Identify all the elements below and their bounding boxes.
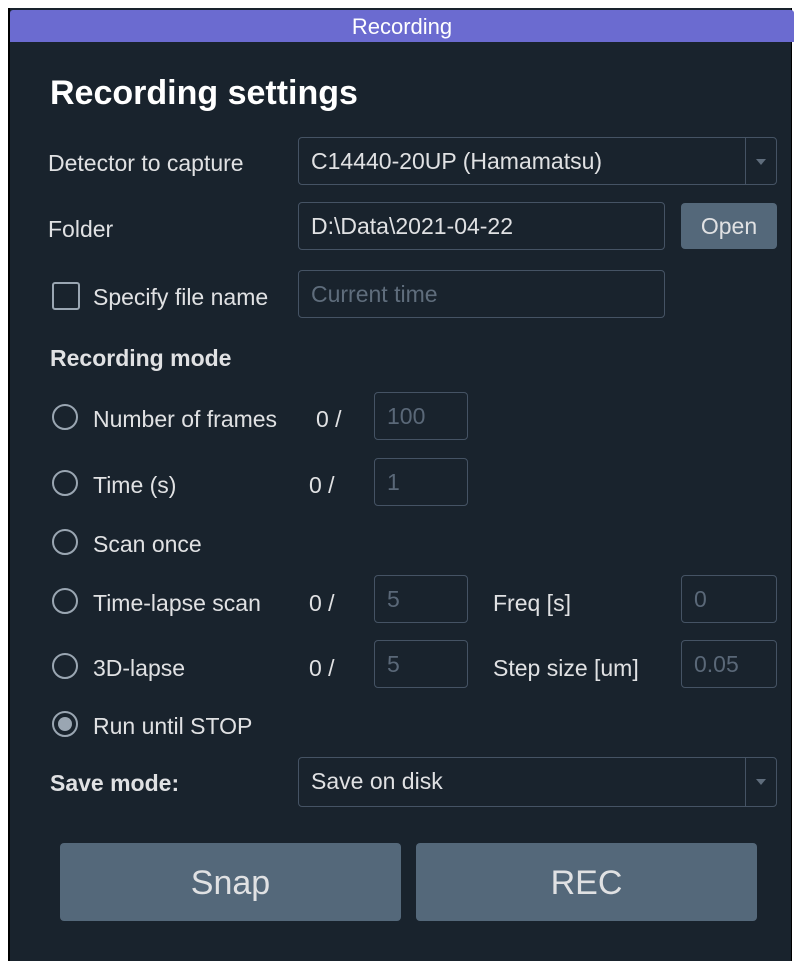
- radio-number-of-frames[interactable]: [52, 404, 78, 430]
- mode-label-number-of-frames: Number of frames: [93, 406, 278, 432]
- save-mode-selected-value: Save on disk: [311, 768, 443, 794]
- detector-dropdown[interactable]: C14440-20UP (Hamamatsu): [298, 137, 777, 185]
- detector-selected-value: C14440-20UP (Hamamatsu): [311, 148, 603, 174]
- time-lapse-count-input[interactable]: 5: [374, 575, 468, 623]
- chevron-down-icon[interactable]: [745, 138, 776, 184]
- freq-label: Freq [s]: [493, 590, 571, 616]
- radio-scan-once[interactable]: [52, 529, 78, 555]
- mode-label-time-lapse-scan: Time-lapse scan: [93, 590, 261, 616]
- save-mode-label: Save mode:: [50, 770, 180, 796]
- chevron-down-icon[interactable]: [745, 758, 776, 806]
- radio-run-until-stop[interactable]: [52, 711, 78, 737]
- radio-time-lapse-scan[interactable]: [52, 588, 78, 614]
- save-mode-dropdown[interactable]: Save on disk: [298, 757, 777, 807]
- specify-file-name-label: Specify file name: [93, 284, 269, 310]
- detector-label: Detector to capture: [48, 150, 244, 176]
- page-title: Recording settings: [50, 74, 358, 112]
- 3d-lapse-count-input[interactable]: 5: [374, 640, 468, 688]
- recording-mode-heading: Recording mode: [50, 345, 232, 371]
- time-input[interactable]: 1: [374, 458, 468, 506]
- mode-label-scan-once: Scan once: [93, 531, 202, 557]
- time-lapse-counter: 0 /: [309, 590, 335, 616]
- time-counter: 0 /: [309, 472, 335, 498]
- folder-label: Folder: [48, 216, 114, 242]
- frames-counter: 0 /: [316, 406, 342, 432]
- step-size-input[interactable]: 0.05: [681, 640, 777, 688]
- open-folder-button[interactable]: Open: [681, 203, 777, 249]
- 3d-lapse-counter: 0 /: [309, 655, 335, 681]
- window-title-bar[interactable]: Recording: [10, 10, 794, 42]
- freq-input[interactable]: 0: [681, 575, 777, 623]
- file-name-input[interactable]: Current time: [298, 270, 665, 318]
- mode-label-run-until-stop: Run until STOP: [93, 713, 253, 739]
- radio-time[interactable]: [52, 470, 78, 496]
- step-size-label: Step size [um]: [493, 655, 639, 681]
- rec-button[interactable]: REC: [416, 843, 757, 921]
- radio-3d-lapse[interactable]: [52, 653, 78, 679]
- folder-field[interactable]: D:\Data\2021-04-22: [298, 202, 665, 250]
- snap-button[interactable]: Snap: [60, 843, 401, 921]
- frames-input[interactable]: 100: [374, 392, 468, 440]
- specify-file-name-checkbox[interactable]: [52, 282, 80, 310]
- mode-label-3d-lapse: 3D-lapse: [93, 655, 186, 681]
- mode-label-time: Time (s): [93, 472, 177, 498]
